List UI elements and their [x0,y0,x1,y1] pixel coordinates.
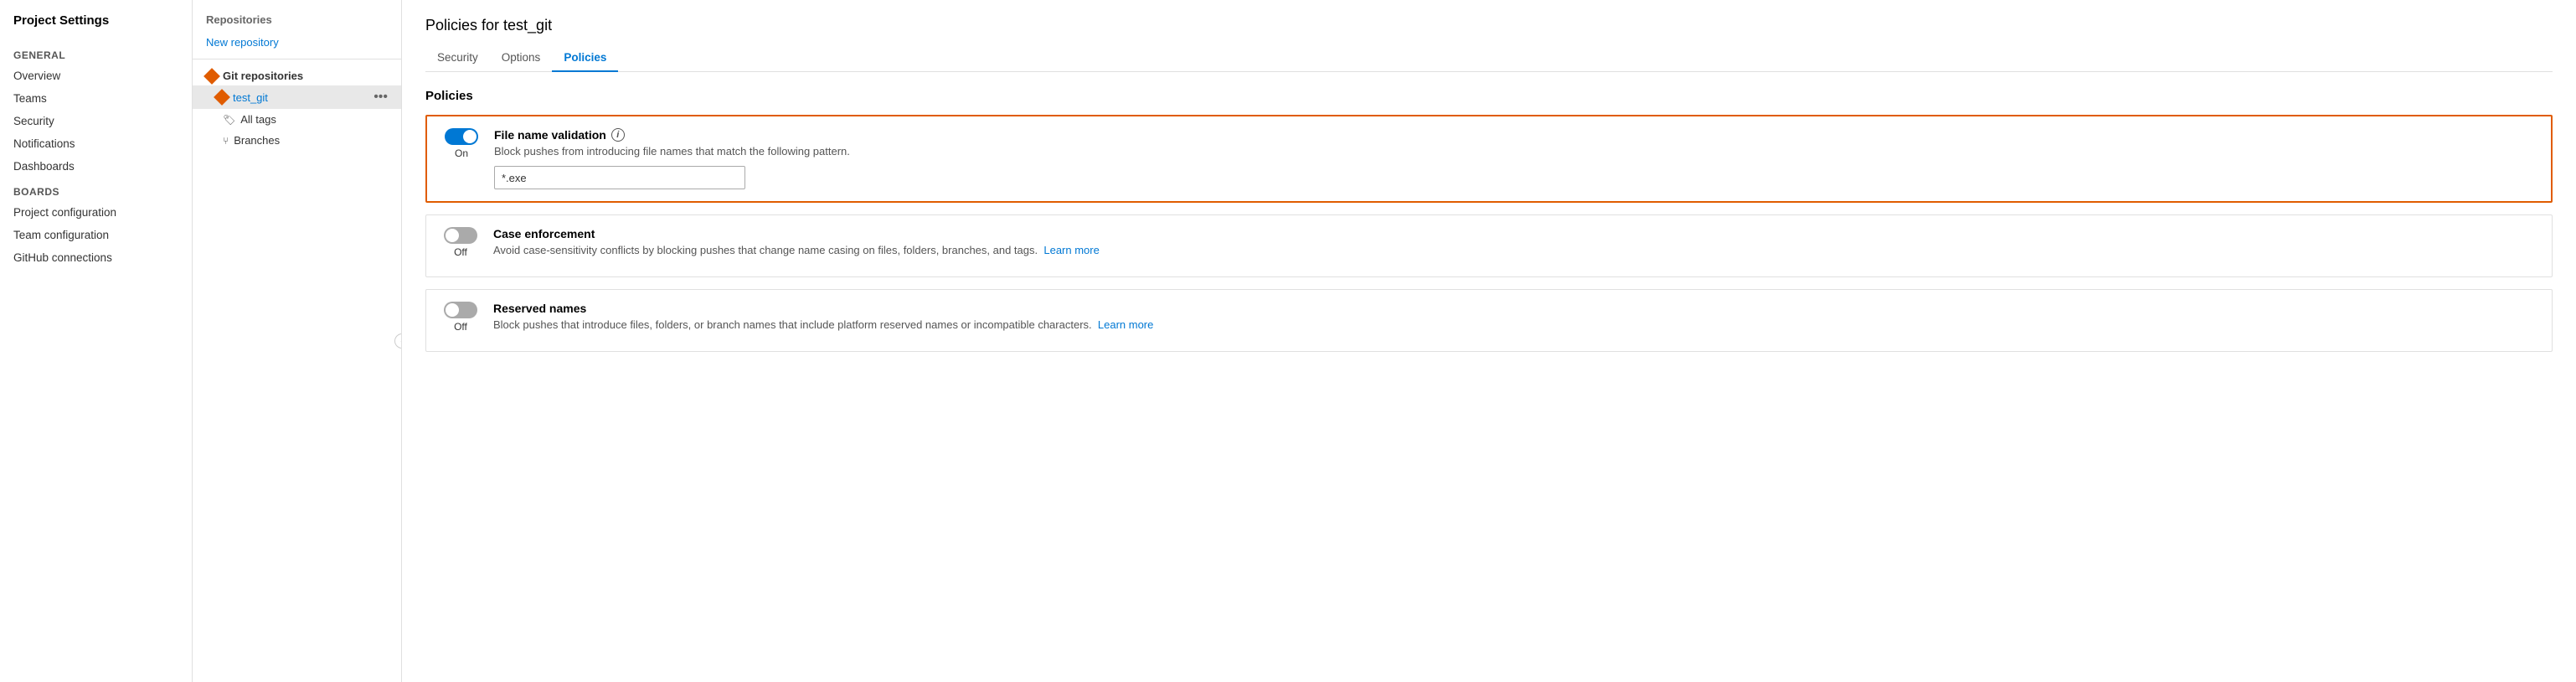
collapse-button[interactable]: ‹ [394,333,402,349]
page-title: Policies for test_git [425,17,2553,34]
branches-item[interactable]: ⑂ Branches [193,130,401,151]
file-pattern-input[interactable] [494,166,745,189]
sidebar-item-dashboards[interactable]: Dashboards [0,155,192,178]
toggle-off-reserved[interactable] [444,302,477,318]
sidebar-item-teams[interactable]: Teams [0,87,192,110]
policy-row-case: Off Case enforcement Avoid case-sensitiv… [440,227,2538,265]
tab-policies[interactable]: Policies [552,44,618,72]
toggle-file-name-validation[interactable]: On [440,128,482,159]
git-repos-header: Git repositories [193,66,401,85]
repositories-heading: Repositories [193,13,401,33]
toggle-off-label-reserved: Off [454,321,467,333]
policy-card-file-name-validation: On File name validation i Block pushes f… [425,115,2553,203]
all-tags-item[interactable]: 🏷 All tags [193,109,401,130]
sidebar-item-team-configuration[interactable]: Team configuration [0,224,192,246]
policy-row: On File name validation i Block pushes f… [440,128,2537,189]
info-icon-file-name[interactable]: i [611,128,625,142]
tab-options[interactable]: Options [490,44,553,72]
learn-more-case[interactable]: Learn more [1043,244,1099,256]
toggle-on-file-name[interactable] [445,128,478,145]
git-diamond-icon [204,68,220,85]
policy-desc-reserved: Block pushes that introduce files, folde… [493,318,2538,331]
toggle-case-enforcement[interactable]: Off [440,227,482,258]
toggle-on-label: On [455,147,468,159]
tag-icon: 🏷 [223,114,235,126]
boards-section-header: Boards [0,178,192,201]
policy-row-reserved: Off Reserved names Block pushes that int… [440,302,2538,339]
policy-title-case: Case enforcement [493,227,2538,240]
policy-title-reserved: Reserved names [493,302,2538,315]
sidebar-item-project-configuration[interactable]: Project configuration [0,201,192,224]
left-sidebar: Project Settings General Overview Teams … [0,0,193,682]
project-settings-title: Project Settings [0,13,192,41]
sidebar-item-overview[interactable]: Overview [0,65,192,87]
policy-info-case: Case enforcement Avoid case-sensitivity … [493,227,2538,265]
test-git-repo-item[interactable]: test_git ••• [193,85,401,109]
policy-desc-file-name: Block pushes from introducing file names… [494,145,2537,158]
sidebar-item-security[interactable]: Security [0,110,192,132]
sidebar-item-github-connections[interactable]: GitHub connections [0,246,192,269]
toggle-reserved-names[interactable]: Off [440,302,482,333]
main-content: Policies for test_git Security Options P… [402,0,2576,682]
tab-security[interactable]: Security [425,44,490,72]
sidebar-item-notifications[interactable]: Notifications [0,132,192,155]
tab-bar: Security Options Policies [425,44,2553,72]
toggle-off-label-case: Off [454,246,467,258]
policy-card-reserved-names: Off Reserved names Block pushes that int… [425,289,2553,352]
toggle-off-case[interactable] [444,227,477,244]
policy-card-case-enforcement: Off Case enforcement Avoid case-sensitiv… [425,214,2553,277]
repo-diamond-icon [214,89,230,106]
new-repository-button[interactable]: New repository [193,33,401,52]
general-section-header: General [0,41,192,65]
more-options-icon[interactable]: ••• [374,90,388,105]
learn-more-reserved[interactable]: Learn more [1098,318,1153,331]
branch-icon: ⑂ [223,135,229,147]
policies-heading: Policies [425,89,2553,103]
policy-info-file-name: File name validation i Block pushes from… [494,128,2537,189]
policy-desc-case: Avoid case-sensitivity conflicts by bloc… [493,244,2538,256]
policy-title-file-name: File name validation i [494,128,2537,142]
policy-info-reserved: Reserved names Block pushes that introdu… [493,302,2538,339]
middle-panel: ‹ Repositories New repository Git reposi… [193,0,402,682]
